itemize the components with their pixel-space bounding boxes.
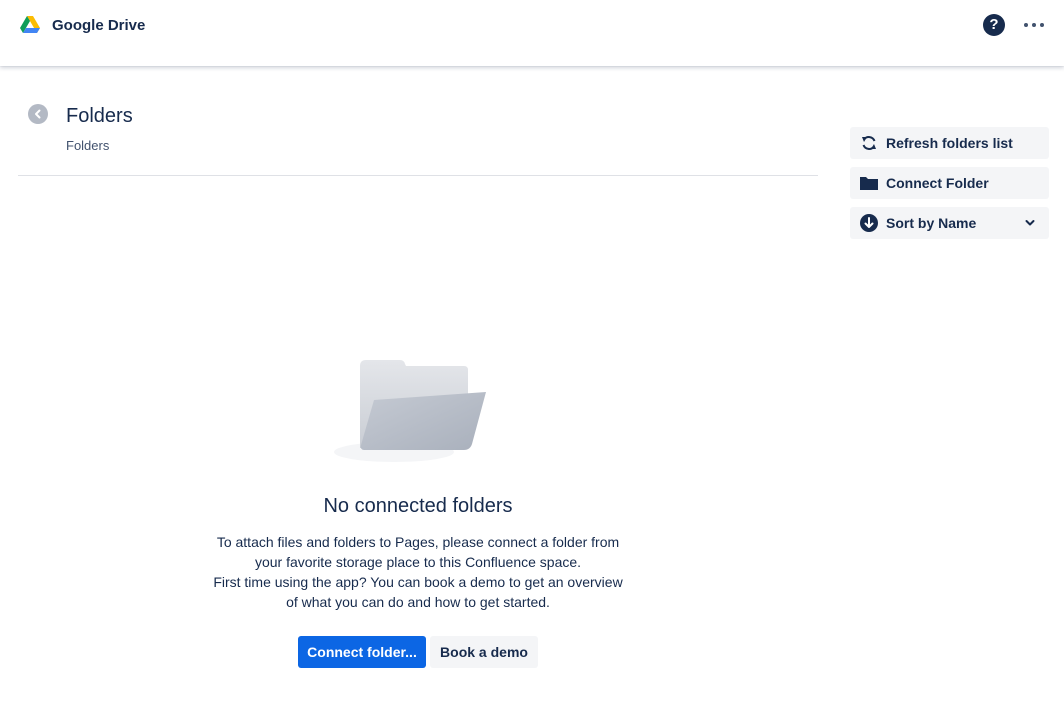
connect-folder-button[interactable]: Connect Folder bbox=[850, 167, 1049, 199]
book-demo-button[interactable]: Book a demo bbox=[430, 636, 538, 668]
more-horizontal-icon[interactable] bbox=[1022, 14, 1046, 36]
divider bbox=[18, 175, 818, 176]
arrow-down-circle-icon bbox=[860, 214, 878, 232]
folder-icon bbox=[860, 177, 878, 190]
empty-state-line: your favorite storage place to this Conf… bbox=[254, 554, 582, 570]
empty-folder-illustration bbox=[334, 360, 486, 462]
refresh-folders-button[interactable]: Refresh folders list bbox=[850, 127, 1049, 159]
google-drive-icon bbox=[20, 16, 40, 33]
empty-state-title: No connected folders bbox=[323, 495, 513, 517]
connect-folder-label: Connect Folder bbox=[886, 175, 989, 191]
question-circle-icon[interactable]: ? bbox=[983, 14, 1005, 36]
empty-state-line: First time using the app? You can book a… bbox=[213, 574, 623, 590]
chevron-down-icon bbox=[1025, 220, 1035, 226]
empty-state-line: To attach files and folders to Pages, pl… bbox=[216, 534, 620, 550]
page-title: Folders bbox=[66, 105, 133, 127]
sort-label: Sort by Name bbox=[886, 215, 977, 231]
refresh-folders-label: Refresh folders list bbox=[886, 135, 1013, 151]
refresh-icon bbox=[862, 136, 876, 150]
top-bar: Google Drive ? bbox=[0, 0, 1064, 66]
empty-state-description: To attach files and folders to Pages, pl… bbox=[0, 532, 836, 612]
connect-folder-primary-button[interactable]: Connect folder... bbox=[298, 636, 426, 668]
breadcrumb[interactable]: Folders bbox=[66, 138, 109, 154]
app-title: Google Drive bbox=[52, 17, 146, 34]
sort-dropdown[interactable]: Sort by Name bbox=[850, 207, 1049, 239]
empty-state-line: of what you can do and how to get starte… bbox=[286, 594, 550, 610]
chevron-left-circle-icon[interactable] bbox=[28, 104, 48, 124]
